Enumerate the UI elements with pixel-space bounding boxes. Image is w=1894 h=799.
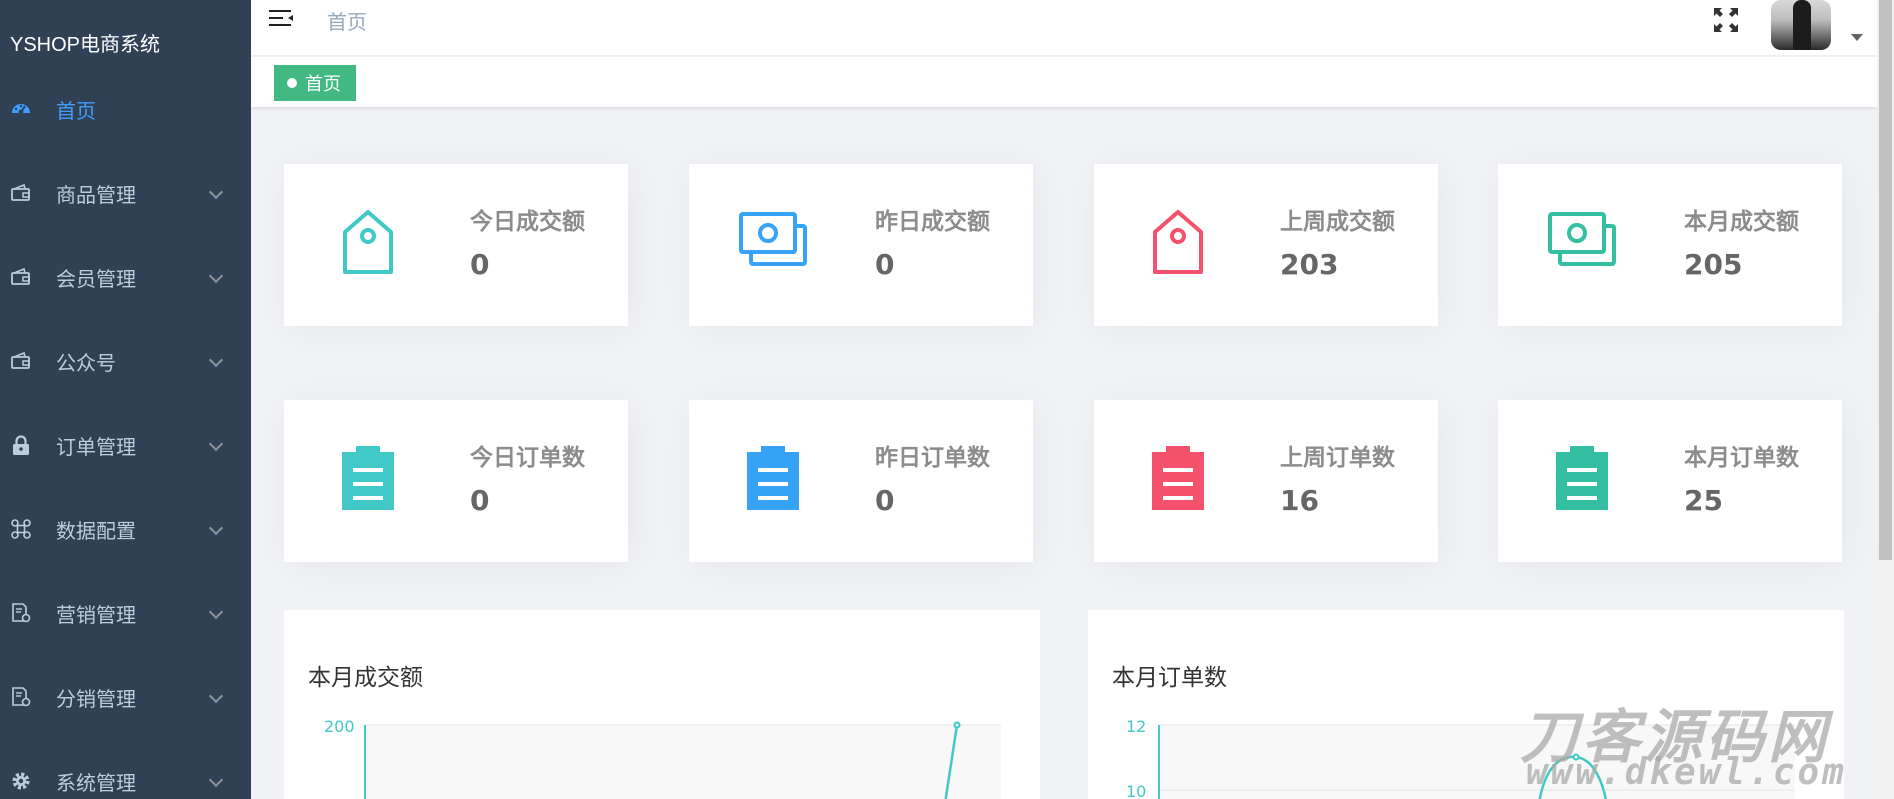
wallet-icon — [10, 182, 32, 204]
stat-card-lastweek-orders[interactable]: 上周订单数 16 — [1094, 400, 1438, 562]
clipboard-icon — [332, 442, 404, 514]
chevron-down-icon — [208, 352, 224, 368]
stat-value: 205 — [1684, 248, 1743, 281]
clipboard-icon — [1142, 442, 1214, 514]
sidebar: YSHOP电商系统 首页 商品管理 会员管理 公众号 订单管理 数据配置 营销管… — [0, 0, 251, 799]
sidebar-item-label: 营销管理 — [56, 602, 136, 627]
stat-value: 25 — [1684, 484, 1723, 517]
sidebar-item-label: 会员管理 — [56, 266, 136, 291]
document-gear-icon — [10, 602, 32, 624]
price-tag-icon — [332, 206, 404, 278]
stat-label: 昨日订单数 — [875, 445, 990, 471]
tag-label: 首页 — [305, 74, 341, 95]
navbar: 首页 — [251, 0, 1877, 56]
sidebar-item-products[interactable]: 商品管理 — [0, 151, 251, 235]
stat-card-month-orders[interactable]: 本月订单数 25 — [1498, 400, 1842, 562]
stat-label: 今日成交额 — [470, 209, 585, 235]
stat-label: 昨日成交额 — [875, 209, 990, 235]
money-icon — [737, 206, 809, 278]
stat-value: 0 — [875, 484, 895, 517]
sidebar-item-members[interactable]: 会员管理 — [0, 235, 251, 319]
document-gear-icon — [10, 686, 32, 708]
price-tag-icon — [1142, 206, 1214, 278]
command-icon — [10, 518, 32, 540]
stat-card-yesterday-sales[interactable]: 昨日成交额 0 — [689, 164, 1033, 326]
sidebar-item-label: 数据配置 — [56, 518, 136, 543]
sidebar-item-label: 分销管理 — [56, 686, 136, 711]
orders-line-chart: 12 10 — [1126, 717, 1795, 799]
data-point — [1572, 753, 1580, 761]
stat-value: 0 — [875, 248, 895, 281]
sidebar-item-data-config[interactable]: 数据配置 — [0, 487, 251, 571]
chart-panel-month-sales: 本月成交额 200 — [284, 610, 1040, 799]
lock-icon — [10, 434, 32, 456]
sidebar-item-label: 首页 — [56, 98, 96, 123]
tag-home[interactable]: 首页 — [274, 65, 356, 101]
sidebar-item-distribution[interactable]: 分销管理 — [0, 655, 251, 739]
sidebar-item-marketing[interactable]: 营销管理 — [0, 571, 251, 655]
scrollbar[interactable] — [1877, 0, 1894, 799]
tags-view: 首页 — [251, 57, 1877, 107]
wallet-icon — [10, 350, 32, 372]
stat-card-lastweek-sales[interactable]: 上周成交额 203 — [1094, 164, 1438, 326]
sidebar-item-system[interactable]: 系统管理 — [0, 739, 251, 799]
active-dot-icon — [287, 78, 297, 88]
gear-icon — [10, 770, 32, 792]
stat-card-yesterday-orders[interactable]: 昨日订单数 0 — [689, 400, 1033, 562]
fullscreen-icon[interactable] — [1711, 5, 1741, 35]
stat-label: 上周订单数 — [1280, 445, 1395, 471]
stat-value: 203 — [1280, 248, 1339, 281]
stat-card-today-sales[interactable]: 今日成交额 0 — [284, 164, 628, 326]
chevron-down-icon — [208, 520, 224, 536]
stat-label: 本月订单数 — [1684, 445, 1799, 471]
sidebar-item-home[interactable]: 首页 — [0, 67, 251, 151]
chevron-down-icon — [208, 604, 224, 620]
stat-label: 上周成交额 — [1280, 209, 1395, 235]
sidebar-item-orders[interactable]: 订单管理 — [0, 403, 251, 487]
chevron-down-icon — [208, 688, 224, 704]
chevron-down-icon — [208, 436, 224, 452]
y-tick-label: 200 — [324, 717, 355, 736]
sidebar-item-label: 订单管理 — [56, 434, 136, 459]
y-tick-label: 12 — [1126, 717, 1146, 736]
chevron-down-icon — [208, 184, 224, 200]
sales-line-chart: 200 — [324, 717, 1001, 799]
stat-value: 0 — [470, 484, 490, 517]
data-point — [953, 721, 961, 729]
chart-panel-month-orders: 本月订单数 12 10 — [1088, 610, 1844, 799]
y-tick-label: 10 — [1126, 782, 1146, 799]
chevron-down-icon — [208, 268, 224, 284]
sidebar-item-label: 系统管理 — [56, 770, 136, 795]
dashboard-icon — [10, 98, 32, 120]
stat-value: 0 — [470, 248, 490, 281]
sidebar-item-official-account[interactable]: 公众号 — [0, 319, 251, 403]
caret-down-icon[interactable] — [1851, 34, 1863, 41]
stat-label: 今日订单数 — [470, 445, 585, 471]
stat-label: 本月成交额 — [1684, 209, 1799, 235]
scrollbar-thumb[interactable] — [1879, 0, 1892, 560]
app-root: YSHOP电商系统 首页 商品管理 会员管理 公众号 订单管理 数据配置 营销管… — [0, 0, 1894, 799]
breadcrumb: 首页 — [327, 10, 367, 34]
sidebar-item-label: 公众号 — [56, 350, 116, 375]
stat-card-today-orders[interactable]: 今日订单数 0 — [284, 400, 628, 562]
stat-value: 16 — [1280, 484, 1319, 517]
clipboard-icon — [1546, 442, 1618, 514]
brand-title: YSHOP电商系统 — [10, 34, 161, 56]
clipboard-icon — [737, 442, 809, 514]
wallet-icon — [10, 266, 32, 288]
hamburger-icon[interactable] — [269, 8, 295, 30]
sidebar-item-label: 商品管理 — [56, 182, 136, 207]
money-icon — [1546, 206, 1618, 278]
avatar[interactable] — [1771, 0, 1831, 50]
chevron-down-icon — [208, 772, 224, 788]
stat-card-month-sales[interactable]: 本月成交额 205 — [1498, 164, 1842, 326]
